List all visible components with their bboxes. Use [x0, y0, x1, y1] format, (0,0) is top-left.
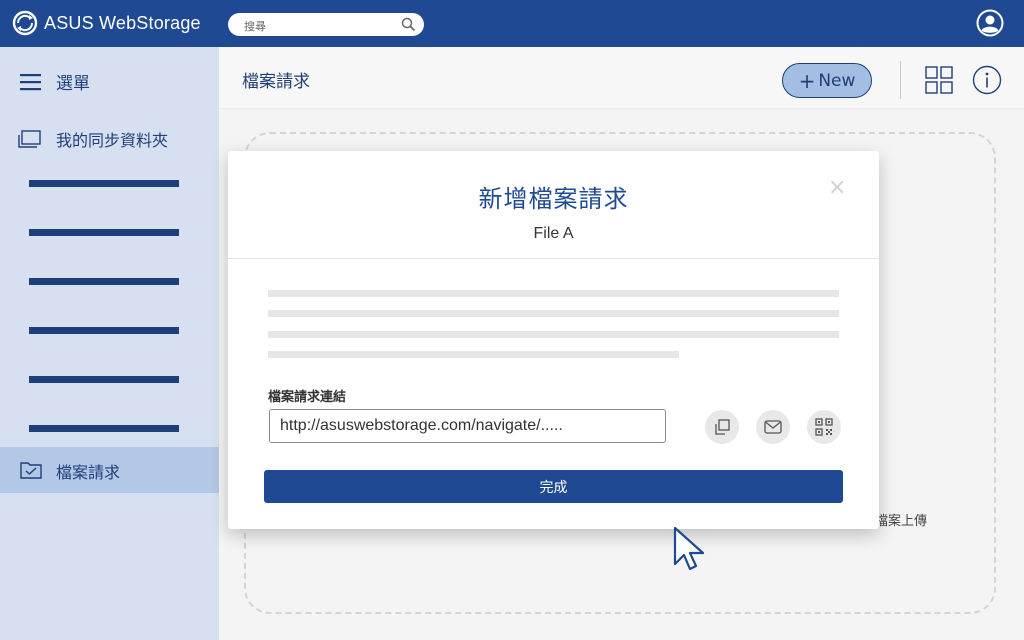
qr-code-button[interactable]	[807, 410, 841, 444]
done-button-label: 完成	[539, 479, 568, 496]
search-icon[interactable]	[401, 17, 416, 32]
hamburger-icon	[20, 73, 41, 90]
sidebar-item-placeholder[interactable]	[29, 229, 179, 236]
email-link-button[interactable]	[756, 410, 790, 444]
sidebar-item-placeholder[interactable]	[29, 327, 179, 334]
app-logo[interactable]: ASUS WebStorage	[12, 10, 201, 36]
dialog-divider	[228, 258, 879, 259]
plus-icon: +	[798, 68, 816, 93]
text-placeholder-line	[268, 351, 679, 358]
qr-code-icon	[815, 418, 833, 436]
cursor-icon	[673, 526, 705, 571]
grid-view-icon[interactable]	[925, 66, 953, 94]
copy-icon	[715, 419, 730, 435]
text-placeholder-line	[268, 310, 839, 317]
user-icon[interactable]	[975, 8, 1005, 38]
sidebar-item-placeholder[interactable]	[29, 376, 179, 383]
header-divider	[900, 61, 901, 99]
close-icon[interactable]: ×	[828, 177, 846, 199]
copy-link-button[interactable]	[705, 410, 739, 444]
folder-check-icon	[20, 462, 42, 479]
top-bar: ASUS WebStorage 搜尋	[0, 0, 1024, 47]
sidebar-item-placeholder[interactable]	[29, 180, 179, 187]
main-header: 檔案請求 + New	[219, 47, 1024, 109]
new-button-label: New	[818, 70, 856, 91]
done-button[interactable]: 完成	[264, 470, 843, 503]
sidebar-item-placeholder[interactable]	[29, 425, 179, 432]
sync-folder-icon	[18, 130, 41, 148]
search-box[interactable]: 搜尋	[228, 13, 424, 36]
new-button[interactable]: + New	[782, 63, 872, 98]
sidebar-menu-label: 選單	[56, 74, 90, 94]
mail-icon	[764, 420, 782, 434]
page-title: 檔案請求	[242, 72, 310, 92]
info-icon[interactable]	[972, 65, 1002, 95]
dialog-subtitle: File A	[533, 225, 574, 242]
text-placeholder-line	[268, 290, 839, 297]
asus-logo-icon	[12, 10, 38, 36]
sidebar-item-placeholder[interactable]	[29, 278, 179, 285]
search-input[interactable]: 搜尋	[244, 18, 266, 34]
text-placeholder-line	[268, 331, 839, 338]
new-file-request-dialog: 新增檔案請求 File A × 檔案請求連結 http://asuswebsto…	[228, 151, 879, 529]
app-title: ASUS WebStorage	[44, 12, 201, 33]
request-link-field[interactable]: http://asuswebstorage.com/navigate/.....	[269, 409, 666, 443]
sidebar-item-label: 檔案請求	[56, 463, 121, 482]
dropzone-text: 檔案上傳	[875, 514, 928, 529]
sidebar-item-label: 我的同步資料夾	[56, 131, 169, 150]
sidebar-item-sync-folder[interactable]: 我的同步資料夾	[18, 127, 168, 151]
dialog-title: 新增檔案請求	[478, 185, 629, 213]
sidebar: 選單 我的同步資料夾 檔案請求	[0, 47, 219, 640]
sidebar-menu-toggle[interactable]: 選單	[20, 69, 90, 94]
link-field-label: 檔案請求連結	[268, 390, 347, 405]
sidebar-item-file-request[interactable]: 檔案請求	[0, 447, 219, 493]
